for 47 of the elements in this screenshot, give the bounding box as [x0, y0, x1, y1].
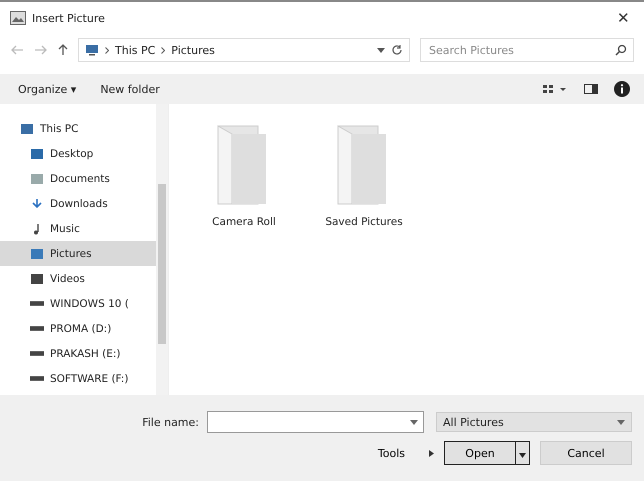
sidebar-item[interactable]: SOFTWARE (F:) — [0, 366, 156, 391]
sidebar-item[interactable]: Pictures — [0, 241, 156, 266]
tools-button[interactable]: Tools — [372, 446, 411, 460]
preview-pane-icon[interactable] — [584, 83, 598, 95]
view-options-icon[interactable] — [542, 83, 568, 95]
drive-icon — [30, 326, 44, 331]
file-type-dropdown[interactable]: All Pictures — [436, 412, 632, 432]
sidebar-item[interactable]: This PC — [0, 116, 156, 141]
dropdown-icon — [410, 420, 418, 424]
caret-icon — [519, 452, 526, 458]
dropdown-icon[interactable] — [377, 48, 385, 52]
open-dropdown-button[interactable] — [515, 442, 529, 464]
new-folder-button[interactable]: New folder — [96, 80, 164, 98]
file-name-label: File name: — [142, 416, 199, 428]
down-arrow-icon — [30, 198, 44, 210]
sidebar-item[interactable]: Music — [0, 216, 156, 241]
window-title: Insert Picture — [32, 12, 106, 24]
drive-icon — [30, 351, 44, 356]
drive-icon — [30, 301, 44, 306]
sidebar-item[interactable]: Videos — [0, 266, 156, 291]
sidebar-item[interactable]: Documents — [0, 166, 156, 191]
search-field[interactable]: Search Pictures — [420, 38, 634, 62]
sidebar-item[interactable]: PRAKASH (E:) — [0, 341, 156, 366]
search-icon — [615, 44, 627, 56]
sidebar-item[interactable]: PROMA (D:) — [0, 316, 156, 341]
open-button[interactable]: Open — [445, 442, 515, 464]
folder-item[interactable]: Camera Roll — [199, 124, 289, 228]
cancel-button[interactable]: Cancel — [540, 441, 632, 465]
address-bar[interactable]: This PC Pictures — [78, 38, 410, 62]
folder-item[interactable]: Saved Pictures — [319, 124, 409, 228]
breadcrumb-item[interactable]: Pictures — [171, 44, 215, 56]
file-name-field[interactable] — [207, 411, 424, 433]
close-button[interactable]: ✕ — [613, 9, 634, 27]
help-icon[interactable] — [614, 81, 630, 97]
chevron-icon — [161, 46, 166, 54]
breadcrumb-item[interactable]: This PC — [115, 44, 156, 56]
chevron-icon — [105, 46, 109, 54]
organize-button[interactable]: Organize ▾ — [14, 80, 80, 98]
up-arrow-icon[interactable] — [58, 44, 68, 56]
refresh-icon[interactable] — [391, 44, 403, 56]
picture-icon — [10, 11, 26, 25]
caret-icon[interactable] — [429, 450, 434, 456]
dropdown-icon — [617, 420, 625, 424]
sidebar-item[interactable]: Downloads — [0, 191, 156, 216]
drive-icon — [30, 376, 44, 381]
sidebar-item[interactable]: WINDOWS 10 ( — [0, 291, 156, 316]
sidebar-item[interactable]: Desktop — [0, 141, 156, 166]
